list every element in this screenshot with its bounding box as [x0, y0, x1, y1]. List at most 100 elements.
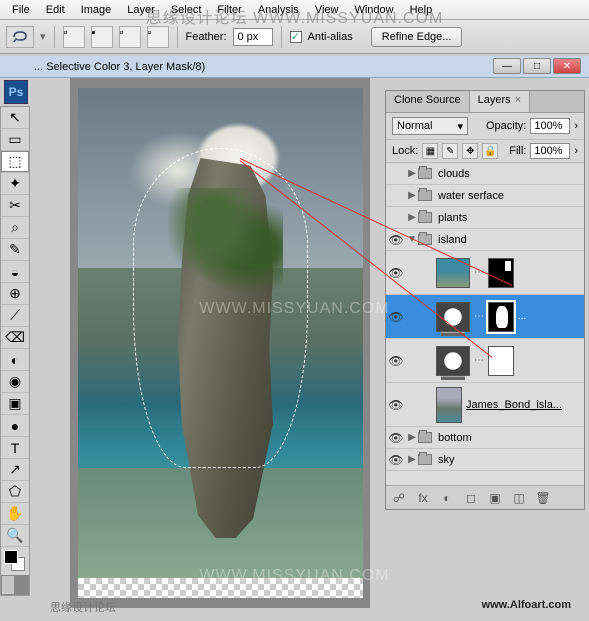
path-selection-tool-icon[interactable]: ↗	[1, 459, 29, 481]
fill-label: Fill:	[509, 145, 526, 157]
blur-tool-icon[interactable]: ◉	[1, 371, 29, 393]
intersect-selection-icon[interactable]: ▫	[147, 26, 169, 48]
blend-mode-select[interactable]: Normal▾	[392, 117, 468, 135]
type-tool-icon[interactable]: T	[1, 437, 29, 459]
shape-tool-icon[interactable]: ⬠	[1, 481, 29, 503]
layer-group-island[interactable]: 👁▼island	[386, 229, 584, 251]
tool-preset-lasso-icon[interactable]	[6, 26, 34, 48]
dodge-tool-icon[interactable]: ▣	[1, 393, 29, 415]
lock-all-icon[interactable]: 🔒	[482, 143, 498, 159]
opacity-input[interactable]: 100%	[530, 118, 570, 134]
alfoart-credit: www.Alfoart.com	[482, 599, 571, 611]
screen-mode[interactable]	[1, 575, 29, 595]
visibility-eye-icon[interactable]: 👁	[386, 453, 406, 467]
visibility-eye-icon[interactable]: 👁	[386, 310, 406, 324]
link-icon[interactable]: ⋯	[472, 311, 486, 322]
layer-group-plants[interactable]: ▶plants	[386, 207, 584, 229]
color-swatches[interactable]	[1, 547, 29, 575]
layer-mask-thumbnail[interactable]	[488, 258, 514, 288]
visibility-eye-icon[interactable]: 👁	[386, 233, 406, 247]
close-tab-icon[interactable]: ×	[515, 94, 521, 106]
adjustment-layer-icon[interactable]: ◻	[462, 490, 480, 506]
lock-label: Lock:	[392, 145, 418, 157]
link-icon[interactable]: ⋯	[472, 267, 486, 278]
marquee-tool-icon[interactable]: ▭	[1, 129, 29, 151]
window-minimize-button[interactable]: —	[493, 58, 521, 74]
adjustment-layer-thumbnail[interactable]	[436, 302, 470, 332]
zoom-tool-icon[interactable]: 🔍	[1, 525, 29, 547]
layer-group-sky[interactable]: 👁▶sky	[386, 449, 584, 471]
fill-input[interactable]: 100%	[530, 143, 570, 159]
layer-james-bond-island[interactable]: 👁James_Bond_isla...	[386, 383, 584, 427]
layer-adjustment-selected[interactable]: 👁⋯...	[386, 295, 584, 339]
layer-style-icon[interactable]: fx	[414, 490, 432, 506]
layer-thumbnail[interactable]	[436, 258, 470, 288]
move-tool-icon[interactable]: ↖	[1, 107, 29, 129]
watermark-text: 思缘设计论坛	[50, 599, 116, 615]
visibility-eye-icon[interactable]: 👁	[386, 266, 406, 280]
layer-mask-thumbnail[interactable]	[488, 302, 514, 332]
healing-brush-tool-icon[interactable]: ✎	[1, 239, 29, 261]
menu-file[interactable]: File	[4, 2, 38, 18]
crop-tool-icon[interactable]: ✂	[1, 195, 29, 217]
menu-view[interactable]: View	[307, 2, 347, 18]
new-layer-icon[interactable]: ◫	[510, 490, 528, 506]
eyedropper-tool-icon[interactable]: ⌕	[1, 217, 29, 239]
layer-list[interactable]: ▶clouds ▶water serface ▶plants 👁▼island …	[386, 163, 584, 485]
layer-thumbnail[interactable]	[436, 387, 462, 423]
layer-mask-icon[interactable]: ◐	[438, 490, 456, 506]
brush-tool-icon[interactable]: ◒	[1, 261, 29, 283]
link-layers-icon[interactable]: ☍	[390, 490, 408, 506]
window-maximize-button[interactable]: □	[523, 58, 551, 74]
menu-filter[interactable]: Filter	[209, 2, 249, 18]
layer-mask-thumbnail[interactable]	[488, 346, 514, 376]
visibility-eye-icon[interactable]: 👁	[386, 431, 406, 445]
visibility-eye-icon[interactable]: 👁	[386, 354, 406, 368]
delete-layer-icon[interactable]: 🗑	[534, 490, 552, 506]
add-selection-icon[interactable]: ▪	[91, 26, 113, 48]
refine-edge-button[interactable]: Refine Edge...	[371, 27, 463, 47]
menu-select[interactable]: Select	[163, 2, 210, 18]
menu-analysis[interactable]: Analysis	[250, 2, 307, 18]
adjustment-layer-thumbnail[interactable]	[436, 346, 470, 376]
menu-image[interactable]: Image	[73, 2, 120, 18]
layer-group-bottom[interactable]: 👁▶bottom	[386, 427, 584, 449]
window-close-button[interactable]: ✕	[553, 58, 581, 74]
history-brush-tool-icon[interactable]: ⟋	[1, 305, 29, 327]
menu-edit[interactable]: Edit	[38, 2, 73, 18]
eraser-tool-icon[interactable]: ⌫	[1, 327, 29, 349]
lock-transparency-icon[interactable]: ▦	[422, 143, 438, 159]
menu-help[interactable]: Help	[402, 2, 441, 18]
menu-window[interactable]: Window	[346, 2, 401, 18]
menu-layer[interactable]: Layer	[119, 2, 163, 18]
layer-adjustment-1[interactable]: 👁⋯	[386, 251, 584, 295]
lock-position-icon[interactable]: ✥	[462, 143, 478, 159]
layers-panel-footer: ☍ fx ◐ ◻ ▣ ◫ 🗑	[386, 485, 584, 509]
chevron-down-icon: ▾	[457, 120, 463, 133]
feather-input[interactable]: 0 px	[233, 28, 273, 46]
new-group-icon[interactable]: ▣	[486, 490, 504, 506]
antialias-label: Anti-alias	[308, 31, 353, 43]
layer-adjustment-3[interactable]: 👁⋯	[386, 339, 584, 383]
layers-panel: Clone Source Layers× Normal▾ Opacity: 10…	[385, 90, 585, 510]
menu-bar: File Edit Image Layer Select Filter Anal…	[0, 0, 589, 20]
lock-pixels-icon[interactable]: ✎	[442, 143, 458, 159]
visibility-eye-icon[interactable]: 👁	[386, 398, 406, 412]
document-canvas[interactable]	[70, 78, 370, 608]
new-selection-icon[interactable]: ▫	[63, 26, 85, 48]
folder-icon	[418, 190, 432, 201]
lasso-tool-icon[interactable]: ⬚	[1, 151, 29, 173]
tab-layers[interactable]: Layers×	[470, 91, 530, 112]
layer-group-water[interactable]: ▶water serface	[386, 185, 584, 207]
layer-group-clouds[interactable]: ▶clouds	[386, 163, 584, 185]
antialias-checkbox[interactable]: ✓	[290, 31, 302, 43]
magic-wand-tool-icon[interactable]: ✦	[1, 173, 29, 195]
clone-stamp-tool-icon[interactable]: ⊕	[1, 283, 29, 305]
feather-label: Feather:	[186, 31, 227, 43]
subtract-selection-icon[interactable]: ▫	[119, 26, 141, 48]
pen-tool-icon[interactable]: ●	[1, 415, 29, 437]
link-icon[interactable]: ⋯	[472, 355, 486, 366]
tab-clone-source[interactable]: Clone Source	[386, 91, 470, 112]
hand-tool-icon[interactable]: ✋	[1, 503, 29, 525]
gradient-tool-icon[interactable]: ◐	[1, 349, 29, 371]
